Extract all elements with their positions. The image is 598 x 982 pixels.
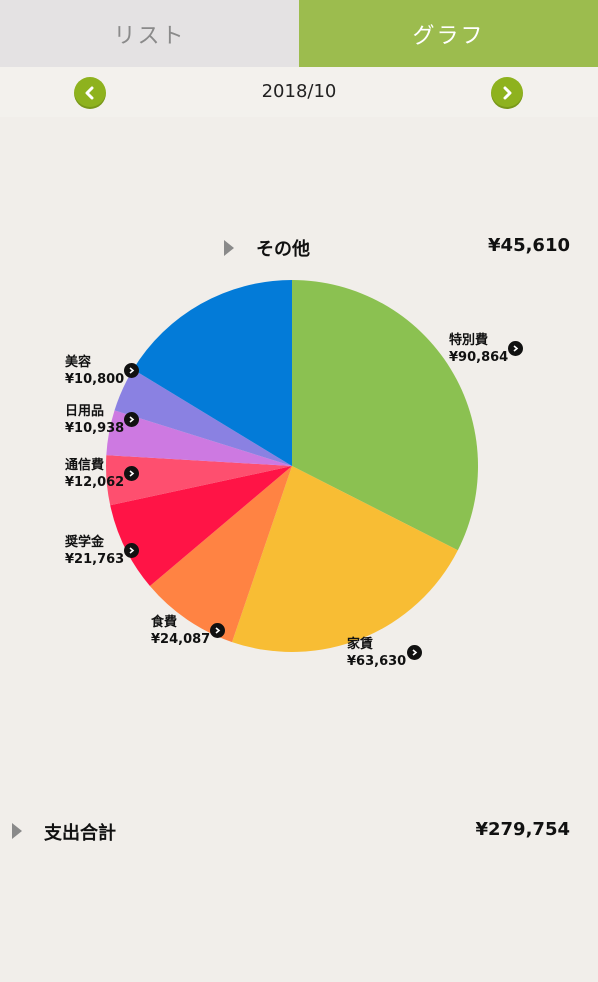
chevron-right-icon[interactable] — [210, 623, 225, 638]
slice-name: 食費 — [151, 615, 178, 630]
total-label: 支出合計 — [44, 823, 116, 844]
slice-value: ¥63,630 — [347, 654, 407, 669]
slice-name: 日用品 — [65, 404, 105, 419]
slice-value: ¥10,800 — [65, 372, 125, 387]
total-value: ¥279,754 — [475, 819, 570, 840]
slice-value: ¥21,763 — [65, 552, 125, 567]
slice-label-tokubetsu[interactable]: 特別費 ¥90,864 — [449, 332, 508, 366]
slice-value: ¥12,062 — [65, 475, 125, 490]
slice-name: 通信費 — [65, 458, 105, 473]
slice-label-nichiyohin[interactable]: 日用品 ¥10,938 — [65, 403, 124, 437]
slice-label-shokuhi[interactable]: 食費 ¥24,087 — [151, 614, 210, 648]
slice-label-yachin[interactable]: 家賃 ¥63,630 — [347, 636, 406, 670]
chevron-right-icon[interactable] — [508, 341, 523, 356]
slice-name: 美容 — [65, 355, 92, 370]
slice-name: 家賃 — [347, 637, 374, 652]
slice-value: ¥90,864 — [449, 350, 509, 365]
slice-name: 奨学金 — [65, 535, 105, 550]
chevron-right-icon[interactable] — [124, 412, 139, 427]
slice-value: ¥10,938 — [65, 421, 125, 436]
chevron-right-icon[interactable] — [407, 645, 422, 660]
chevron-right-icon[interactable] — [124, 466, 139, 481]
total-row[interactable]: 支出合計 ¥279,754 — [0, 816, 598, 846]
slice-label-shogakukin[interactable]: 奨学金 ¥21,763 — [65, 534, 124, 568]
slice-value: ¥24,087 — [151, 632, 211, 647]
expand-triangle-icon — [12, 823, 22, 839]
slice-label-tsushinhi[interactable]: 通信費 ¥12,062 — [65, 457, 124, 491]
chevron-right-icon[interactable] — [124, 363, 139, 378]
slice-name: 特別費 — [449, 333, 489, 348]
chevron-right-icon[interactable] — [124, 543, 139, 558]
slice-label-biyo[interactable]: 美容 ¥10,800 — [65, 354, 124, 388]
